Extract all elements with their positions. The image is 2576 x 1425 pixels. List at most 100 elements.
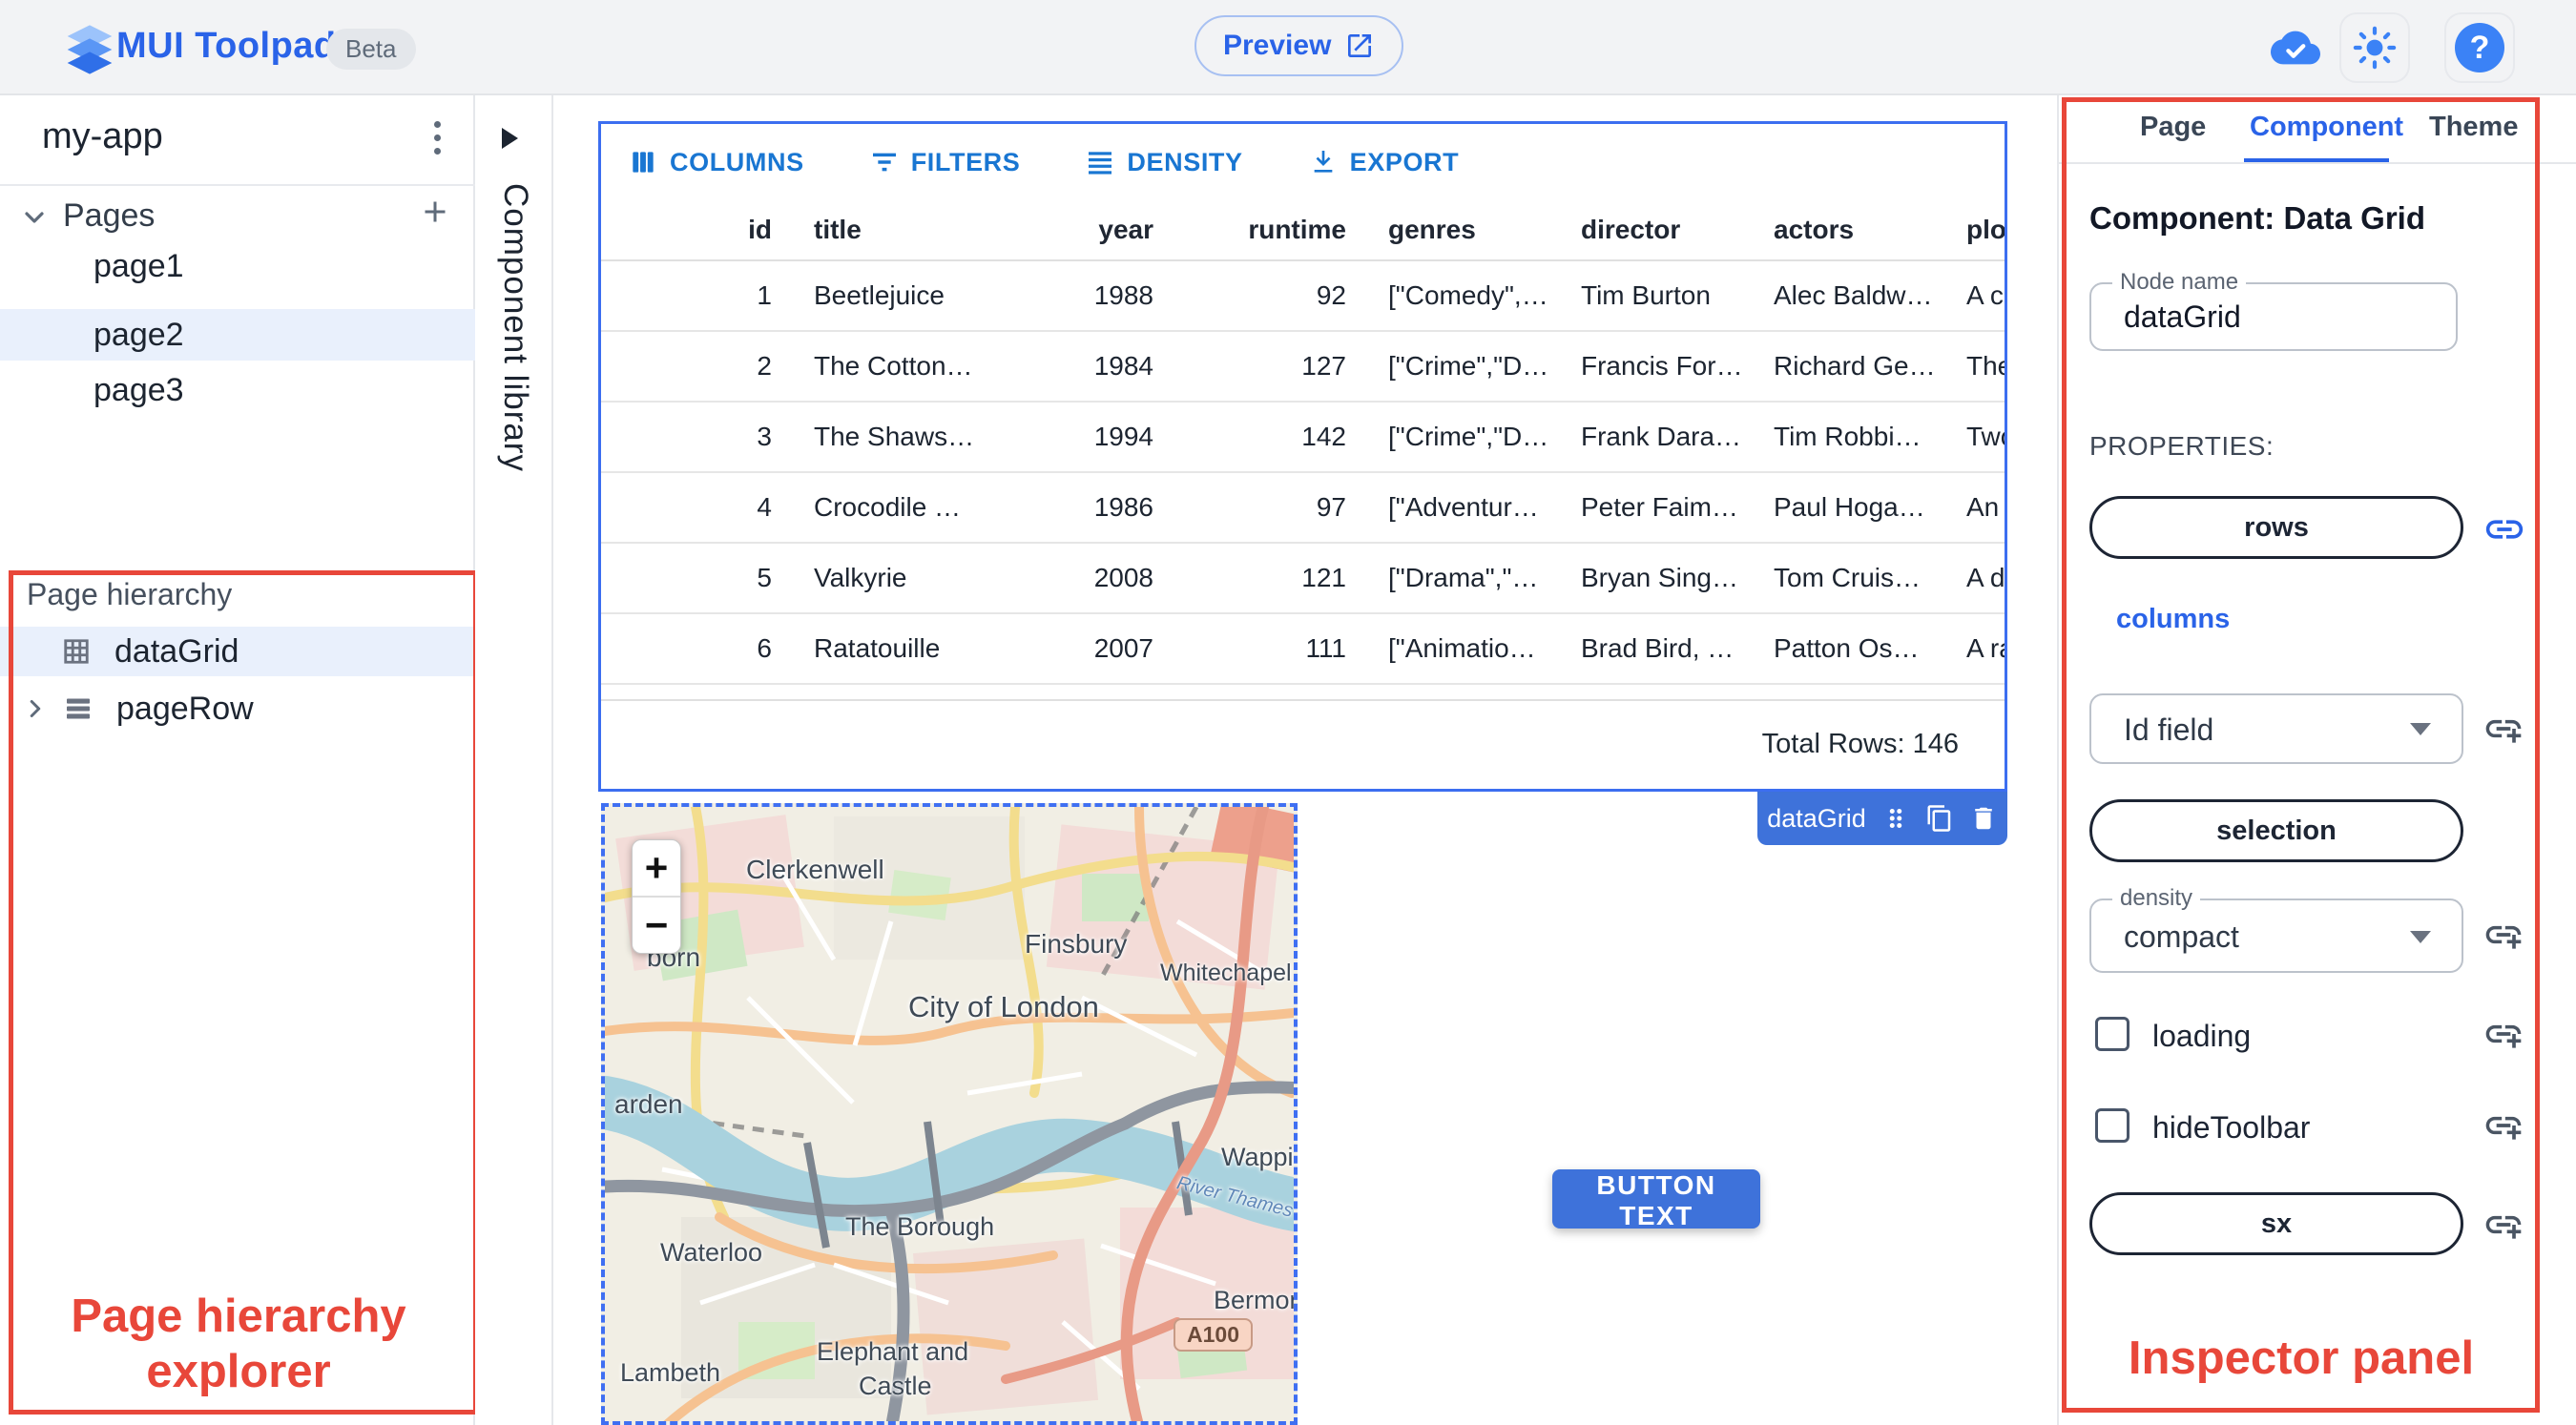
download-icon <box>1308 147 1339 177</box>
preview-button[interactable]: Preview <box>1195 15 1404 76</box>
selection-property-button[interactable]: selection <box>2089 799 2463 862</box>
drag-handle-icon[interactable] <box>1881 804 1910 833</box>
hierarchy-item-label: pageRow <box>116 690 254 727</box>
table-cell: 1984 <box>1093 351 1153 381</box>
chevron-right-icon[interactable] <box>21 694 50 723</box>
grid-column-header[interactable]: genres <box>1367 215 1560 245</box>
map-label: Finsbury <box>1025 929 1128 959</box>
duplicate-icon[interactable] <box>1925 804 1954 833</box>
table-row[interactable]: 5 Valkyrie 2008 121 ["Drama","… Bryan Sing… To… <box>601 544 2005 614</box>
table-cell: 1988 <box>1093 280 1153 310</box>
add-binding-icon[interactable] <box>2483 1204 2524 1246</box>
component-heading: Component: Data Grid <box>2089 200 2425 236</box>
select-caret-icon[interactable] <box>2410 723 2431 735</box>
cloud-sync-icon[interactable] <box>2271 23 2320 72</box>
app-title: MUI Toolpad <box>116 26 337 66</box>
table-row[interactable]: 2 The Cotton… 1984 127 ["Crime","D… Francis F… <box>601 332 2005 403</box>
table-cell: 111 <box>1305 633 1346 663</box>
map-label: The Borough <box>845 1212 995 1241</box>
map-label: Whitechapel <box>1160 960 1292 986</box>
grid-density-label: DENSITY <box>1127 147 1243 176</box>
grid-row-count: Total Rows: 146 <box>1761 728 1959 759</box>
hierarchy-item-pagerow[interactable]: pageRow <box>13 684 473 733</box>
add-page-icon[interactable] <box>418 195 452 229</box>
pages-section-header[interactable]: Pages <box>63 197 155 235</box>
table-cell: ["Comedy",… <box>1388 280 1548 310</box>
table-row[interactable]: 3 The Shaws… 1994 142 ["Crime","D… Frank Dara… <box>601 403 2005 473</box>
grid-export-label: EXPORT <box>1349 147 1460 176</box>
sidebar-item-page2[interactable]: page2 <box>0 309 475 361</box>
grid-rows: 1 Beetlejuice 1988 92 ["Comedy",… Tim Burton A… <box>601 261 2005 685</box>
canvas-button-component[interactable]: BUTTON TEXT <box>1552 1169 1760 1230</box>
table-cell: 1994 <box>1093 422 1153 451</box>
sidebar-item-page1[interactable]: page1 <box>0 240 475 292</box>
tab-theme[interactable]: Theme <box>2423 111 2524 144</box>
add-binding-icon[interactable] <box>2483 1013 2524 1055</box>
preview-button-label: Preview <box>1223 30 1332 61</box>
tab-page[interactable]: Page <box>2134 111 2212 144</box>
table-row[interactable]: 4 Crocodile … 1986 97 ["Adventur… Peter Faim…… <box>601 473 2005 544</box>
table-cell: The Shaws… <box>814 422 975 451</box>
id-field-value: Id field <box>2124 712 2214 747</box>
hidetoolbar-checkbox[interactable] <box>2095 1108 2129 1143</box>
chevron-down-icon[interactable] <box>19 202 50 233</box>
density-value: compact <box>2124 919 2239 954</box>
add-binding-icon[interactable] <box>2483 914 2524 956</box>
filter-icon <box>869 147 900 177</box>
loading-checkbox[interactable] <box>2095 1017 2129 1051</box>
table-cell: Tom Cruis… <box>1774 563 1922 592</box>
table-cell: A ra… <box>1966 633 2005 663</box>
table-cell: Bryan Sing… <box>1581 563 1738 592</box>
grid-columns-button[interactable]: COLUMNS <box>622 146 810 178</box>
table-cell: An A… <box>1966 492 2005 522</box>
grid-filler <box>601 685 2005 701</box>
zoom-in-button[interactable]: + <box>633 840 680 896</box>
selected-node-chip[interactable]: dataGrid <box>1757 792 2007 845</box>
grid-column-header[interactable]: id <box>601 215 793 245</box>
bound-link-icon[interactable] <box>2483 507 2526 551</box>
select-caret-icon[interactable] <box>2410 931 2431 943</box>
sx-property-button[interactable]: sx <box>2089 1192 2463 1255</box>
map-label: Castle <box>859 1372 932 1400</box>
grid-column-header[interactable]: actors <box>1753 215 1945 245</box>
grid-filters-button[interactable]: FILTERS <box>863 146 1027 178</box>
delete-icon[interactable] <box>1969 804 1998 833</box>
zoom-out-button[interactable]: − <box>633 898 680 953</box>
page-item-label: page2 <box>93 316 184 353</box>
grid-density-button[interactable]: DENSITY <box>1079 146 1248 178</box>
table-cell: 1986 <box>1093 492 1153 522</box>
theme-toggle-button[interactable] <box>2339 12 2410 83</box>
grid-column-header[interactable]: year <box>984 215 1174 245</box>
table-row[interactable]: 1 Beetlejuice 1988 92 ["Comedy",… Tim Burton A… <box>601 261 2005 332</box>
table-cell: 127 <box>1301 351 1346 381</box>
table-cell: 92 <box>1316 280 1346 310</box>
table-cell: ["Animatio… <box>1388 633 1536 663</box>
tab-component[interactable]: Component <box>2244 111 2409 144</box>
columns-icon <box>628 147 658 177</box>
expand-panel-icon[interactable] <box>502 128 518 149</box>
beta-badge: Beta <box>326 29 416 70</box>
rows-property-button[interactable]: rows <box>2089 496 2463 559</box>
data-grid-component[interactable]: COLUMNS FILTERS DENSITY EXPORT id title ye… <box>598 121 2007 792</box>
grid-column-header[interactable]: runtime <box>1174 215 1367 245</box>
help-button[interactable]: ? <box>2444 12 2515 83</box>
columns-property-link[interactable]: columns <box>2110 603 2235 636</box>
table-cell: A dr… <box>1966 563 2005 592</box>
table-row[interactable]: 6 Ratatouille 2007 111 ["Animatio… Brad Bird,… <box>601 614 2005 685</box>
grid-column-header[interactable]: title <box>793 215 984 245</box>
grid-columns-label: COLUMNS <box>670 147 804 176</box>
add-binding-icon[interactable] <box>2483 708 2524 750</box>
map-label: Clerkenwell <box>746 855 884 884</box>
app-menu-kebab-icon[interactable] <box>418 113 456 162</box>
map-component[interactable]: Clerkenwell Finsbury born City of London Whi… <box>601 803 1298 1425</box>
table-cell: ["Crime","D… <box>1388 351 1549 381</box>
map-label: Waterloo <box>660 1238 763 1267</box>
add-binding-icon[interactable] <box>2483 1105 2524 1146</box>
hierarchy-item-datagrid[interactable]: dataGrid <box>0 627 475 676</box>
grid-export-button[interactable]: EXPORT <box>1302 146 1465 178</box>
grid-column-header[interactable]: plot <box>1945 215 2005 245</box>
map-label: Bermondse <box>1214 1286 1294 1314</box>
sidebar-item-page3[interactable]: page3 <box>0 364 475 416</box>
table-cell: 6 <box>757 633 772 663</box>
grid-column-header[interactable]: director <box>1560 215 1753 245</box>
